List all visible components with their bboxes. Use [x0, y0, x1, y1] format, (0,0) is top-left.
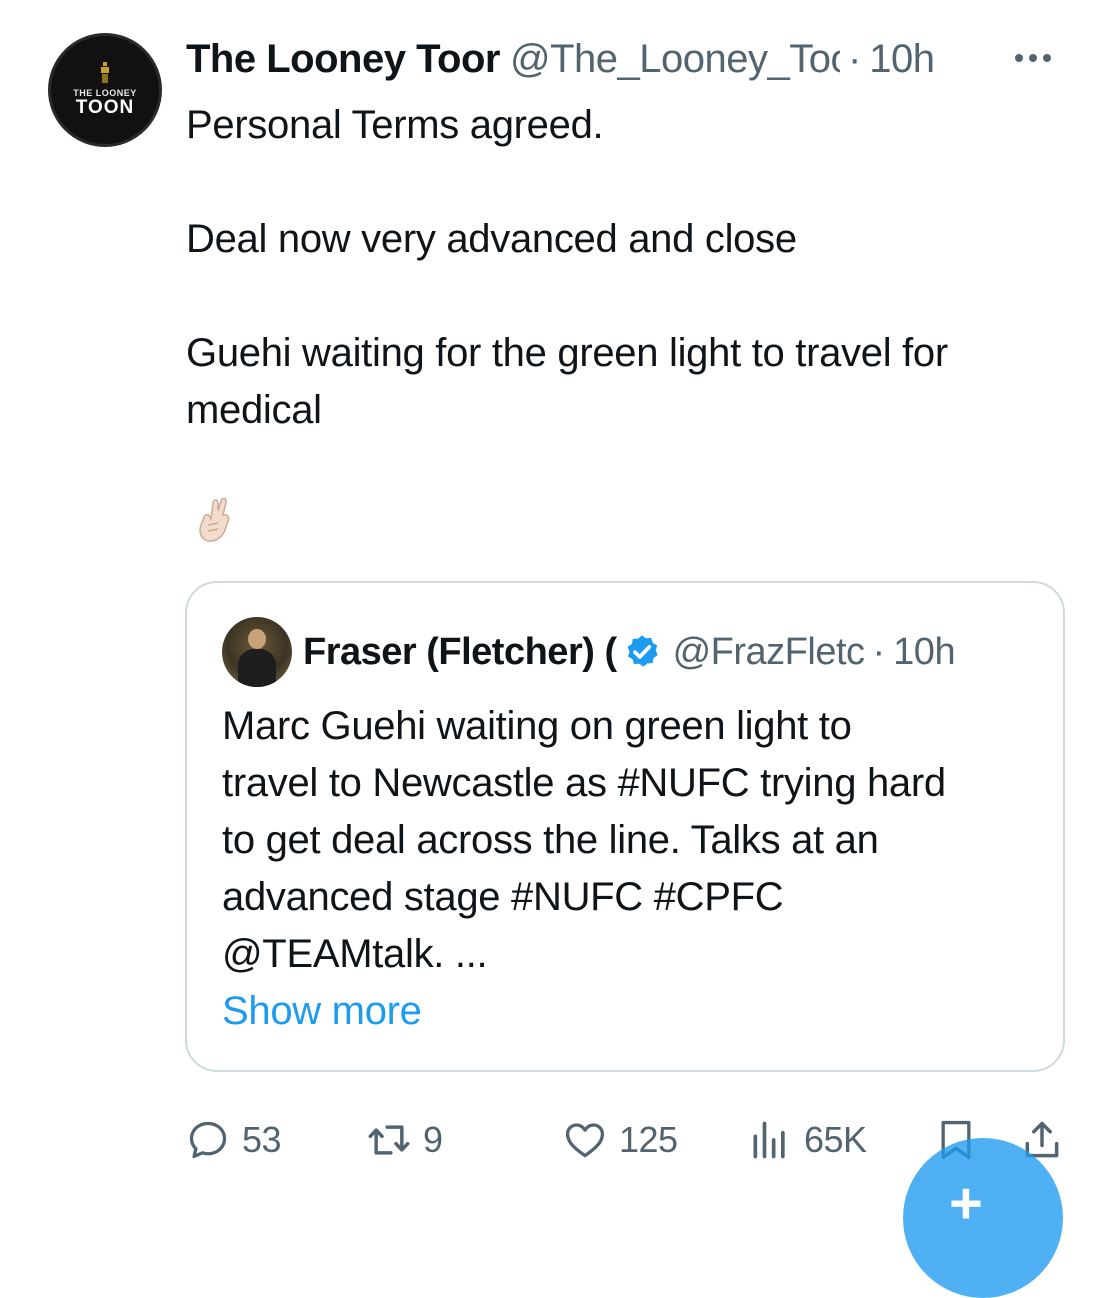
- quoted-tweet-text: Marc Guehi waiting on green light to tra…: [222, 698, 1042, 983]
- quoted-text-line: travel to Newcastle as #NUFC trying hard: [222, 761, 946, 805]
- quoted-author-handle[interactable]: @FrazFletc: [673, 631, 865, 674]
- repost-button[interactable]: 9: [367, 1110, 443, 1170]
- like-button[interactable]: 125: [563, 1110, 678, 1170]
- tweet-text-line: Guehi waiting for the green light to tra…: [186, 331, 948, 375]
- compose-button[interactable]: +: [903, 1138, 1063, 1298]
- author-handle[interactable]: @The_Looney_Toor: [510, 37, 840, 82]
- quoted-tweet-header: Fraser (Fletcher) ( @FrazFletc · 10h: [303, 627, 1043, 677]
- repost-icon: [368, 1125, 410, 1155]
- tweet-text-line: medical: [186, 388, 322, 432]
- tweet-text-line: Deal now very advanced and close: [186, 217, 797, 261]
- tweet-text: Personal Terms agreed. Deal now very adv…: [186, 97, 1066, 439]
- tweet-header: The Looney Toor @The_Looney_Toor · 10h: [186, 34, 996, 84]
- reply-count: 53: [242, 1119, 282, 1160]
- avatar-text-big: TOON: [75, 97, 135, 118]
- views-button[interactable]: 65K: [748, 1110, 867, 1170]
- header-separator: ·: [847, 36, 862, 81]
- more-icon[interactable]: [1015, 54, 1051, 62]
- views-icon: [753, 1121, 785, 1159]
- tweet-text-line: Personal Terms agreed.: [186, 103, 604, 147]
- verified-icon: [627, 635, 658, 667]
- crossed-fingers-icon: [199, 497, 230, 542]
- tweet-text-line: [186, 268, 1066, 325]
- quoted-text-line: @TEAMtalk. ...: [222, 932, 488, 976]
- author-avatar[interactable]: THE LOONEY TOON: [48, 33, 162, 147]
- quoted-tweet-time[interactable]: 10h: [893, 631, 955, 674]
- crest-icon: [101, 62, 109, 83]
- show-more-link[interactable]: Show more: [222, 983, 422, 1040]
- reply-icon: [189, 1121, 227, 1159]
- quoted-header-separator: ·: [872, 630, 886, 673]
- author-name[interactable]: The Looney Toor: [186, 37, 500, 82]
- quoted-author-name[interactable]: Fraser (Fletcher) (: [303, 631, 617, 674]
- reply-button[interactable]: 53: [186, 1110, 282, 1170]
- quoted-text-line: Marc Guehi waiting on green light to: [222, 704, 852, 748]
- quoted-author-avatar[interactable]: [222, 617, 292, 687]
- tweet-text-line: [186, 154, 1066, 211]
- tweet-time[interactable]: 10h: [869, 37, 935, 82]
- like-count: 125: [619, 1119, 678, 1160]
- like-icon: [565, 1123, 605, 1158]
- compose-icon: +: [949, 1171, 983, 1236]
- quoted-text-line: advanced stage #NUFC #CPFC: [222, 875, 784, 919]
- views-count: 65K: [804, 1119, 867, 1160]
- repost-count: 9: [423, 1119, 443, 1160]
- quoted-tweet[interactable]: Fraser (Fletcher) ( @FrazFletc · 10h Mar…: [185, 581, 1065, 1072]
- quoted-text-line: to get deal across the line. Talks at an: [222, 818, 879, 862]
